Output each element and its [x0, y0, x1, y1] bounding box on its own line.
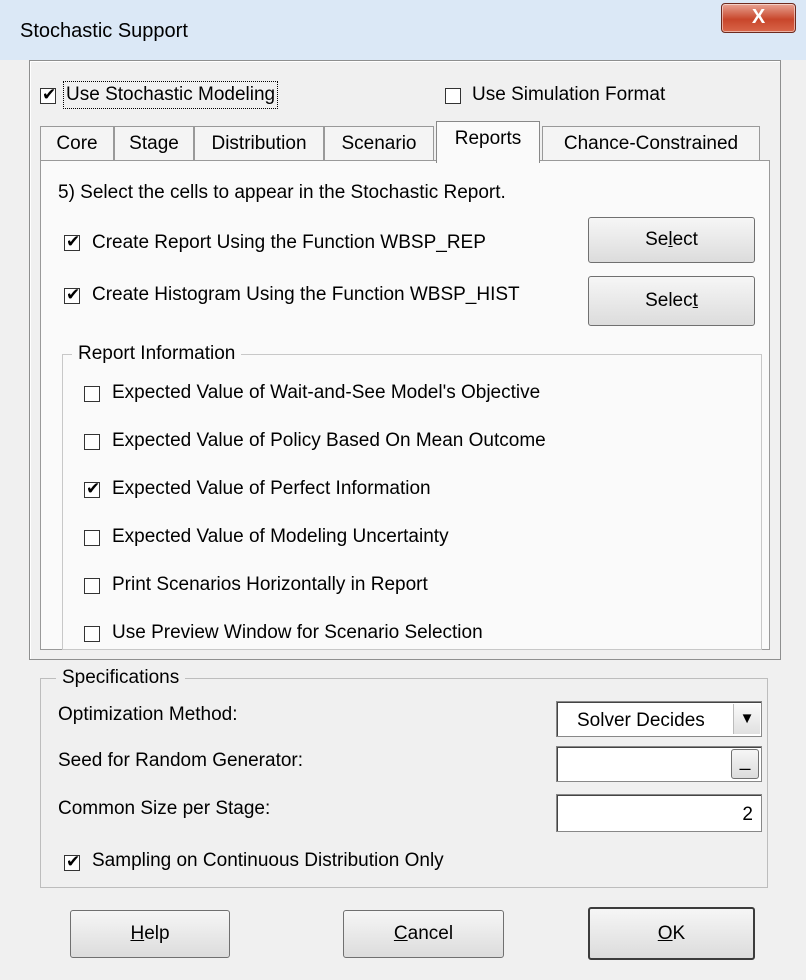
perfect-information-checkbox[interactable]	[84, 479, 100, 499]
perfect-information-label[interactable]: Expected Value of Perfect Information	[112, 478, 431, 500]
tab-chance-constrained[interactable]: Chance-Constrained	[542, 126, 760, 160]
create-report-label[interactable]: Create Report Using the Function WBSP_RE…	[92, 232, 486, 254]
sampling-checkbox[interactable]	[64, 852, 80, 872]
optimization-method-value: Solver Decides	[577, 710, 705, 731]
optimization-method-label: Optimization Method:	[58, 704, 238, 725]
title-bar: Stochastic Support	[0, 0, 806, 60]
print-horizontal-checkbox[interactable]	[84, 578, 100, 594]
cancel-button[interactable]: Cancel	[343, 910, 504, 958]
tab-scenario[interactable]: Scenario	[324, 126, 434, 160]
select-histogram-button[interactable]: Select	[588, 276, 755, 326]
close-button[interactable]: X	[721, 3, 796, 33]
common-size-value: 2	[742, 804, 753, 825]
select-report-button[interactable]: Select	[588, 217, 755, 263]
print-horizontal-label[interactable]: Print Scenarios Horizontally in Report	[112, 574, 428, 596]
tab-distribution[interactable]: Distribution	[194, 126, 324, 160]
preview-window-checkbox[interactable]	[84, 626, 100, 642]
create-histogram-label[interactable]: Create Histogram Using the Function WBSP…	[92, 284, 520, 306]
preview-window-label[interactable]: Use Preview Window for Scenario Selectio…	[112, 622, 483, 644]
report-information-title: Report Information	[72, 343, 242, 365]
seed-browse-button[interactable]: _	[731, 749, 759, 779]
specifications-title: Specifications	[56, 667, 186, 689]
common-size-input[interactable]: 2	[556, 794, 762, 832]
policy-mean-outcome-checkbox[interactable]	[84, 434, 100, 450]
wait-and-see-checkbox[interactable]	[84, 386, 100, 402]
chevron-down-icon[interactable]: ▼	[733, 704, 760, 734]
create-histogram-checkbox[interactable]	[64, 285, 80, 305]
use-stochastic-checkbox[interactable]	[40, 85, 56, 105]
close-icon: X	[751, 6, 766, 28]
tab-core[interactable]: Core	[40, 126, 114, 160]
tab-stage[interactable]: Stage	[114, 126, 194, 160]
sampling-label[interactable]: Sampling on Continuous Distribution Only	[92, 850, 444, 872]
common-size-label: Common Size per Stage:	[58, 798, 271, 819]
wait-and-see-label[interactable]: Expected Value of Wait-and-See Model's O…	[112, 382, 540, 404]
seed-input[interactable]: _	[556, 746, 762, 782]
modeling-uncertainty-checkbox[interactable]	[84, 530, 100, 546]
window-title: Stochastic Support	[20, 20, 188, 42]
ok-button[interactable]: OK	[588, 907, 755, 960]
create-report-checkbox[interactable]	[64, 232, 80, 252]
seed-label: Seed for Random Generator:	[58, 750, 304, 771]
use-simulation-label[interactable]: Use Simulation Format	[472, 84, 665, 106]
use-simulation-checkbox[interactable]	[445, 88, 461, 104]
optimization-method-select[interactable]: Solver Decides ▼	[556, 701, 762, 737]
policy-mean-outcome-label[interactable]: Expected Value of Policy Based On Mean O…	[112, 430, 546, 452]
modeling-uncertainty-label[interactable]: Expected Value of Modeling Uncertainty	[112, 526, 449, 548]
tab-reports[interactable]: Reports	[436, 121, 540, 163]
help-button[interactable]: Help	[70, 910, 230, 958]
use-stochastic-label[interactable]: Use Stochastic Modeling	[62, 81, 279, 109]
reports-instruction: 5) Select the cells to appear in the Sto…	[58, 182, 506, 203]
